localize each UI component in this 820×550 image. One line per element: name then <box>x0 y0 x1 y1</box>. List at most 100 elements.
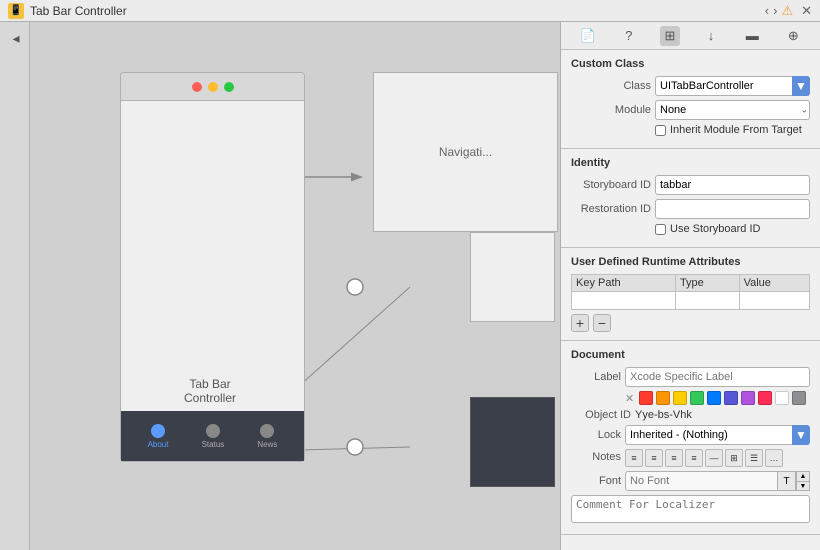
restoration-id-row: Restoration ID <box>571 199 810 219</box>
runtime-table-row <box>572 292 810 310</box>
color-clear-icon[interactable]: ✕ <box>625 392 634 405</box>
notes-align-justify[interactable]: ≡ <box>685 449 703 467</box>
swatch-purple[interactable] <box>741 391 755 405</box>
doc-label-label: Label <box>571 371 621 383</box>
identity-section: Identity Storyboard ID tabbar Restoratio… <box>561 149 820 248</box>
add-attribute-button[interactable]: + <box>571 314 589 332</box>
notes-dash[interactable]: — <box>705 449 723 467</box>
swatch-gray[interactable] <box>792 391 806 405</box>
device-content <box>121 101 304 411</box>
device-label: Tab Bar Controller <box>165 377 255 405</box>
font-input-wrap: T ▲ ▼ <box>625 471 810 491</box>
doc-label-input[interactable] <box>625 367 810 387</box>
lock-select[interactable]: Inherited - (Nothing) <box>625 425 792 445</box>
class-select-btn[interactable]: ▼ <box>792 76 810 96</box>
restoration-id-input[interactable] <box>655 199 810 219</box>
toolbar-size-icon[interactable]: ▬ <box>742 26 762 46</box>
use-storyboard-checkbox[interactable] <box>655 224 666 235</box>
comment-input[interactable] <box>571 495 810 523</box>
object-id-label: Object ID <box>571 409 631 421</box>
dot-green <box>224 82 234 92</box>
document-section: Document Label ✕ Object ID <box>561 341 820 535</box>
tab-item-status: Status <box>202 424 225 449</box>
small-box-upper <box>470 232 555 322</box>
left-sidebar: ▶ <box>0 22 30 550</box>
font-picker-btn[interactable]: T <box>778 471 796 491</box>
object-id-value: Yye-bs-Vhk <box>635 409 692 421</box>
class-select-wrap: UITabBarController ▼ <box>655 76 810 96</box>
module-select[interactable]: None <box>655 100 810 120</box>
storyboard-id-input[interactable]: tabbar <box>655 175 810 195</box>
swatch-blue[interactable] <box>707 391 721 405</box>
font-input[interactable] <box>625 471 778 491</box>
swatch-indigo[interactable] <box>724 391 738 405</box>
device-title-bar <box>121 73 304 101</box>
nav-box-top: Navigati... <box>373 72 558 232</box>
storyboard-id-label: Storyboard ID <box>571 179 651 191</box>
notes-more[interactable]: … <box>765 449 783 467</box>
object-id-row: Object ID Yye-bs-Vhk <box>571 409 810 421</box>
col-key-path: Key Path <box>572 275 676 292</box>
font-size-down[interactable]: ▼ <box>796 481 810 491</box>
inherit-module-row: Inherit Module From Target <box>655 124 810 136</box>
device-tabbar: About Status News <box>121 411 304 461</box>
notes-format-icons: ≡ ≡ ≡ ≡ — ⊞ ☰ … <box>625 449 783 467</box>
lock-row: Lock Inherited - (Nothing) ▼ <box>571 425 810 445</box>
notes-align-center[interactable]: ≡ <box>645 449 663 467</box>
lock-label: Lock <box>571 429 621 441</box>
swatch-pink[interactable] <box>758 391 772 405</box>
swatch-white[interactable] <box>775 391 789 405</box>
storyboard-id-row: Storyboard ID tabbar <box>571 175 810 195</box>
tab-item-about: About <box>148 424 169 449</box>
toolbar-identity-icon[interactable]: ⊞ <box>660 26 680 46</box>
notes-row: Notes ≡ ≡ ≡ ≡ — ⊞ ☰ … <box>571 449 810 467</box>
remove-attribute-button[interactable]: − <box>593 314 611 332</box>
class-label: Class <box>571 80 651 92</box>
app-icon: 📱 <box>8 3 24 19</box>
runtime-type-cell <box>675 292 739 310</box>
custom-class-title: Custom Class <box>571 58 810 70</box>
window-title: Tab Bar Controller <box>30 4 127 18</box>
notes-label: Notes <box>571 449 621 463</box>
tab-dot-about <box>151 424 165 438</box>
lock-select-btn[interactable]: ▼ <box>792 425 810 445</box>
nav-forward-icon[interactable]: › <box>773 3 777 19</box>
module-select-wrap: None ⌄ <box>655 100 810 120</box>
notes-list-ol[interactable]: ⊞ <box>725 449 743 467</box>
dot-yellow <box>208 82 218 92</box>
nav-close-icon[interactable]: ✕ <box>801 3 812 19</box>
tab-item-news: News <box>257 424 277 449</box>
tab-label-status: Status <box>202 440 225 449</box>
panel-toolbar: 📄 ? ⊞ ↓ ▬ ⊕ <box>561 22 820 50</box>
toolbar-attributes-icon[interactable]: ↓ <box>701 26 721 46</box>
toolbar-file-icon[interactable]: 📄 <box>578 26 598 46</box>
restoration-id-label: Restoration ID <box>571 203 651 215</box>
swatch-yellow[interactable] <box>673 391 687 405</box>
notes-align-right[interactable]: ≡ <box>665 449 683 467</box>
document-title: Document <box>571 349 810 361</box>
notes-align-left[interactable]: ≡ <box>625 449 643 467</box>
nav-back-icon[interactable]: ‹ <box>765 3 769 19</box>
class-select[interactable]: UITabBarController <box>655 76 792 96</box>
color-swatch-row: ✕ <box>625 391 810 405</box>
runtime-table: Key Path Type Value <box>571 274 810 310</box>
tab-label-about: About <box>148 440 169 449</box>
swatch-red[interactable] <box>639 391 653 405</box>
font-size-up[interactable]: ▲ <box>796 471 810 481</box>
table-add-remove-row: + − <box>571 314 810 332</box>
font-stepper: ▲ ▼ <box>796 471 810 491</box>
document-label-row: Label <box>571 367 810 387</box>
lock-select-wrap: Inherited - (Nothing) ▼ <box>625 425 810 445</box>
toolbar-help-icon[interactable]: ? <box>619 26 639 46</box>
inherit-module-checkbox[interactable] <box>655 125 666 136</box>
use-storyboard-label: Use Storyboard ID <box>670 223 760 235</box>
toolbar-connections-icon[interactable]: ⊕ <box>783 26 803 46</box>
notes-list-ul[interactable]: ☰ <box>745 449 763 467</box>
swatch-orange[interactable] <box>656 391 670 405</box>
small-box-lower <box>470 397 555 487</box>
dot-red <box>192 82 202 92</box>
inherit-module-label: Inherit Module From Target <box>670 124 802 136</box>
swatch-green[interactable] <box>690 391 704 405</box>
runtime-attributes-section: User Defined Runtime Attributes Key Path… <box>561 248 820 341</box>
runtime-key-cell <box>572 292 676 310</box>
